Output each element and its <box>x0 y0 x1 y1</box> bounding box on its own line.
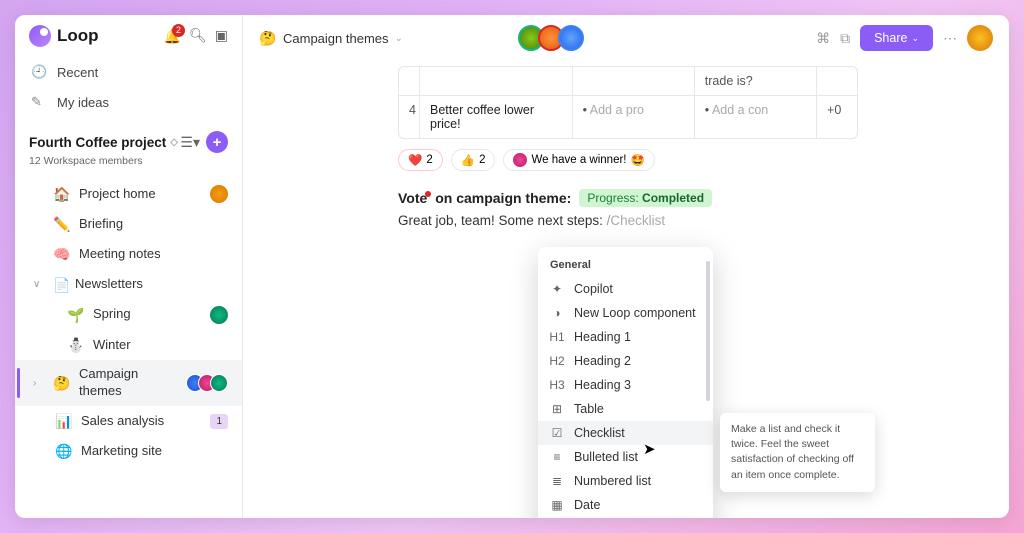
slash-command-menu: General ✦Copilot ◑New Loop component H1H… <box>538 247 713 518</box>
slash-menu-section: General <box>538 255 713 277</box>
tree-sales-analysis[interactable]: 📊Sales analysis1 <box>15 406 242 436</box>
heading-text: Vote on campaign theme: <box>398 190 571 206</box>
app-header: Loop 🔔2 🔍︎ ▣ <box>15 15 242 57</box>
breadcrumb[interactable]: 🤔 Campaign themes ⌄ <box>259 30 403 47</box>
presence-avatars[interactable] <box>524 25 584 51</box>
chevron-down-icon: ∨ <box>33 278 45 291</box>
chevron-right-icon: › <box>33 377 45 390</box>
numbered-list-icon: ≣ <box>550 474 564 488</box>
slash-item-bulleted[interactable]: ≡Bulleted list <box>538 445 713 469</box>
row-number: 4 <box>399 96 420 138</box>
slash-item-checklist[interactable]: ☑Checklist <box>538 421 713 445</box>
tree-campaign-themes[interactable]: ›🤔Campaign themes <box>15 360 242 406</box>
thinking-icon: 🤔 <box>259 30 277 47</box>
mouse-cursor-icon: ➤ <box>643 440 656 458</box>
con-cell[interactable]: • Add a con <box>695 96 817 138</box>
tree-project-home[interactable]: 🏠Project home <box>15 179 242 209</box>
count-badge: 1 <box>210 414 228 429</box>
notifications-icon[interactable]: 🔔2 <box>164 28 181 45</box>
add-page-button[interactable]: + <box>206 131 228 153</box>
slash-item-h1[interactable]: H1Heading 1 <box>538 325 713 349</box>
tree-meeting-notes[interactable]: 🧠Meeting notes <box>15 239 242 269</box>
slash-item-numbered[interactable]: ≣Numbered list <box>538 469 713 493</box>
h1-icon: H1 <box>550 330 564 344</box>
thinking-icon: 🤔 <box>53 374 71 392</box>
loop-component-icon: ◑ <box>550 306 564 320</box>
avatar <box>210 185 228 203</box>
avatar <box>513 153 527 167</box>
reaction-heart[interactable]: ❤️ 2 <box>398 149 443 171</box>
pencil-icon: ✏️ <box>53 215 71 233</box>
copilot-icon: ✦ <box>550 282 564 296</box>
search-icon[interactable]: 🔍︎ <box>189 28 207 44</box>
slash-item-divider[interactable]: —Divider <box>538 517 713 518</box>
nav-recent-label: Recent <box>57 65 98 80</box>
slash-item-newloop[interactable]: ◑New Loop component <box>538 301 713 325</box>
snowman-icon: ⛄ <box>67 336 85 354</box>
loop-logo-icon <box>29 25 51 47</box>
reaction-thumbs[interactable]: 👍 2 <box>451 149 496 171</box>
page-icon: 📄 <box>53 276 67 294</box>
pro-cell[interactable]: • Add a pro <box>573 96 695 138</box>
panel-icon[interactable]: ▣ <box>215 28 228 44</box>
body-paragraph[interactable]: Great job, team! Some next steps: /Check… <box>398 213 979 228</box>
nav-myideas[interactable]: ✎ My ideas <box>15 87 242 117</box>
share-button[interactable]: Share ⌄ <box>860 25 933 51</box>
notification-badge: 2 <box>172 24 185 37</box>
avatar <box>210 374 228 392</box>
h3-icon: H3 <box>550 378 564 392</box>
breadcrumb-label: Campaign themes <box>283 31 389 46</box>
tree-marketing-site[interactable]: 🌐Marketing site <box>15 436 242 466</box>
globe-icon: 🌐 <box>55 442 73 460</box>
clock-icon: 🕘 <box>31 64 47 80</box>
nav-myideas-label: My ideas <box>57 95 109 110</box>
tree-briefing[interactable]: ✏️Briefing <box>15 209 242 239</box>
date-icon: ▦ <box>550 498 564 512</box>
apps-icon[interactable]: ⌘ <box>816 30 830 47</box>
table-row[interactable]: 4 Better coffee lower price! • Add a pro… <box>399 95 857 138</box>
presentation-icon: 📊 <box>55 412 73 430</box>
tree-spring[interactable]: 🌱Spring <box>15 300 242 330</box>
house-icon: 🏠 <box>53 185 71 203</box>
scrollbar[interactable] <box>706 261 710 401</box>
slash-item-copilot[interactable]: ✦Copilot <box>538 277 713 301</box>
more-icon[interactable]: ⋯ <box>943 30 957 47</box>
brain-icon: 🧠 <box>53 245 71 263</box>
workspace-chevron-icon: ◇ <box>170 137 178 148</box>
slash-item-h3[interactable]: H3Heading 3 <box>538 373 713 397</box>
seedling-icon: 🌱 <box>67 306 85 324</box>
avatar <box>210 306 228 324</box>
nav-recent[interactable]: 🕘 Recent <box>15 57 242 87</box>
reaction-winner[interactable]: We have a winner! 🤩 <box>503 149 654 171</box>
workspace-name[interactable]: Fourth Coffee project ◇ <box>29 135 178 150</box>
h2-icon: H2 <box>550 354 564 368</box>
profile-avatar[interactable] <box>967 25 993 51</box>
workspace-members: 12 Workspace members <box>29 155 228 167</box>
app-name: Loop <box>57 26 99 46</box>
tree-newsletters[interactable]: ∨📄Newsletters <box>15 270 242 300</box>
slash-item-date[interactable]: ▦Date <box>538 493 713 517</box>
avatar <box>558 25 584 51</box>
bulleted-list-icon: ≡ <box>550 450 564 464</box>
slash-item-table[interactable]: ⊞Table <box>538 397 713 421</box>
copy-icon[interactable]: ⧉ <box>840 30 850 47</box>
table-icon: ⊞ <box>550 402 564 416</box>
lightbulb-icon: ✎ <box>31 94 47 110</box>
chevron-down-icon: ⌄ <box>911 33 919 44</box>
tooltip: Make a list and check it twice. Feel the… <box>720 413 875 492</box>
slash-item-h2[interactable]: H2Heading 2 <box>538 349 713 373</box>
checklist-icon: ☑ <box>550 426 564 440</box>
table-row[interactable]: trade is? <box>399 67 857 95</box>
idea-cell[interactable]: Better coffee lower price! <box>420 96 573 138</box>
tree-winter[interactable]: ⛄Winter <box>15 330 242 360</box>
vote-cell[interactable]: +0 <box>817 96 857 138</box>
pros-cons-table[interactable]: trade is? 4 Better coffee lower price! •… <box>398 66 858 139</box>
chevron-down-icon: ⌄ <box>395 33 403 44</box>
filter-icon[interactable]: ☰▾ <box>180 134 200 151</box>
progress-tag[interactable]: Progress: Completed <box>579 189 712 207</box>
